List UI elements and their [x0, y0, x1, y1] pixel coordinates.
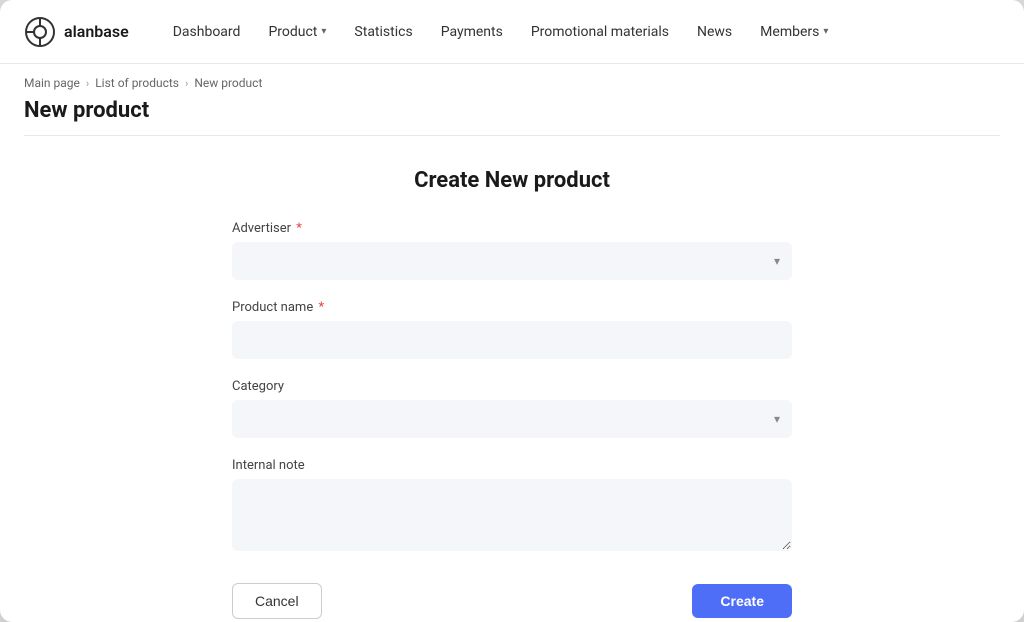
breadcrumb-new-product: New product — [194, 76, 262, 90]
nav-link-statistics[interactable]: Statistics — [342, 16, 424, 48]
form-title: Create New product — [232, 168, 792, 193]
chevron-down-icon: ▾ — [321, 26, 326, 37]
breadcrumb-sep-2: › — [185, 77, 188, 90]
breadcrumb-main-page[interactable]: Main page — [24, 76, 80, 90]
breadcrumb-list-of-products[interactable]: List of products — [95, 76, 179, 90]
form-actions: Cancel Create — [232, 583, 792, 619]
product-name-required: * — [315, 300, 324, 315]
breadcrumb-sep-1: › — [86, 77, 89, 90]
category-label: Category — [232, 379, 792, 394]
nav-item-promotional-materials[interactable]: Promotional materials — [519, 16, 681, 48]
category-select-wrapper: ▾ — [232, 400, 792, 438]
nav-links: Dashboard Product ▾ Statistics Payments — [161, 16, 841, 48]
nav-item-payments[interactable]: Payments — [429, 16, 515, 48]
internal-note-textarea[interactable] — [232, 479, 792, 551]
nav-item-members[interactable]: Members ▾ — [748, 16, 840, 48]
nav-item-statistics[interactable]: Statistics — [342, 16, 424, 48]
nav-item-dashboard[interactable]: Dashboard — [161, 16, 253, 48]
form-group-internal-note: Internal note — [232, 458, 792, 555]
internal-note-label: Internal note — [232, 458, 792, 473]
chevron-down-icon-members: ▾ — [823, 26, 828, 37]
nav-item-news[interactable]: News — [685, 16, 744, 48]
nav-link-product[interactable]: Product ▾ — [256, 16, 338, 48]
cancel-button[interactable]: Cancel — [232, 583, 322, 619]
product-name-label: Product name * — [232, 300, 792, 315]
nav-item-product[interactable]: Product ▾ — [256, 16, 338, 48]
form-card: Create New product Advertiser * ▾ Produc… — [232, 168, 792, 590]
app-window: alanbase Dashboard Product ▾ Statistics — [0, 0, 1024, 622]
nav-link-news[interactable]: News — [685, 16, 744, 48]
logo-text: alanbase — [64, 22, 129, 41]
form-group-product-name: Product name * — [232, 300, 792, 359]
form-group-advertiser: Advertiser * ▾ — [232, 221, 792, 280]
advertiser-select[interactable] — [232, 242, 792, 280]
form-group-category: Category ▾ — [232, 379, 792, 438]
nav-link-dashboard[interactable]: Dashboard — [161, 16, 253, 48]
create-button[interactable]: Create — [692, 584, 792, 618]
logo[interactable]: alanbase — [24, 16, 129, 48]
nav-link-payments[interactable]: Payments — [429, 16, 515, 48]
main-content: Create New product Advertiser * ▾ Produc… — [0, 136, 1024, 622]
page-header: Main page › List of products › New produ… — [0, 64, 1024, 136]
category-select[interactable] — [232, 400, 792, 438]
advertiser-required: * — [293, 221, 302, 236]
logo-icon — [24, 16, 56, 48]
advertiser-select-wrapper: ▾ — [232, 242, 792, 280]
breadcrumb: Main page › List of products › New produ… — [24, 76, 1000, 90]
nav-link-members[interactable]: Members ▾ — [748, 16, 840, 48]
navbar: alanbase Dashboard Product ▾ Statistics — [0, 0, 1024, 64]
nav-link-promotional-materials[interactable]: Promotional materials — [519, 16, 681, 48]
product-name-input[interactable] — [232, 321, 792, 359]
page-title: New product — [24, 98, 1000, 123]
advertiser-label: Advertiser * — [232, 221, 792, 236]
